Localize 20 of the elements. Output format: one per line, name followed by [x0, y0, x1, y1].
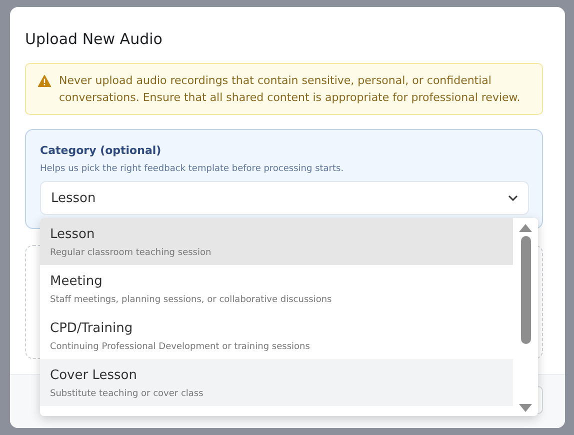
option-description: Staff meetings, planning sessions, or collaborative discussions	[50, 294, 333, 307]
option-title: Lesson	[50, 226, 96, 244]
option-description: Regular classroom teaching session	[50, 247, 212, 260]
chevron-down-icon	[508, 195, 518, 201]
category-select[interactable]: Lesson	[40, 181, 529, 215]
category-option[interactable]: Lesson Regular classroom teaching session	[40, 218, 513, 265]
option-title: Cover Lesson	[50, 367, 138, 385]
scroll-down-icon[interactable]	[519, 404, 532, 412]
option-title: CPD/Training	[50, 320, 134, 338]
option-description: Substitute teaching or cover class	[50, 388, 204, 401]
option-description: Continuing Professional Development or training sessions	[50, 341, 311, 354]
category-option[interactable]: Cover Lesson Substitute teaching or cover class	[40, 359, 513, 406]
category-hint: Helps us pick the right feedback template before processing starts.	[40, 163, 345, 176]
warning-text: Never upload audio recordings that contain sensitive, personal, or confidential conversations. Ensure that all shared content is appropriate for professional review.	[59, 73, 522, 106]
option-title: Meeting	[50, 273, 104, 291]
scroll-up-icon[interactable]	[519, 224, 532, 232]
warning-icon	[38, 75, 51, 87]
dialog-title: Upload New Audio	[25, 29, 164, 49]
scrollbar-thumb[interactable]	[520, 236, 530, 344]
category-label: Category (optional)	[40, 143, 162, 159]
